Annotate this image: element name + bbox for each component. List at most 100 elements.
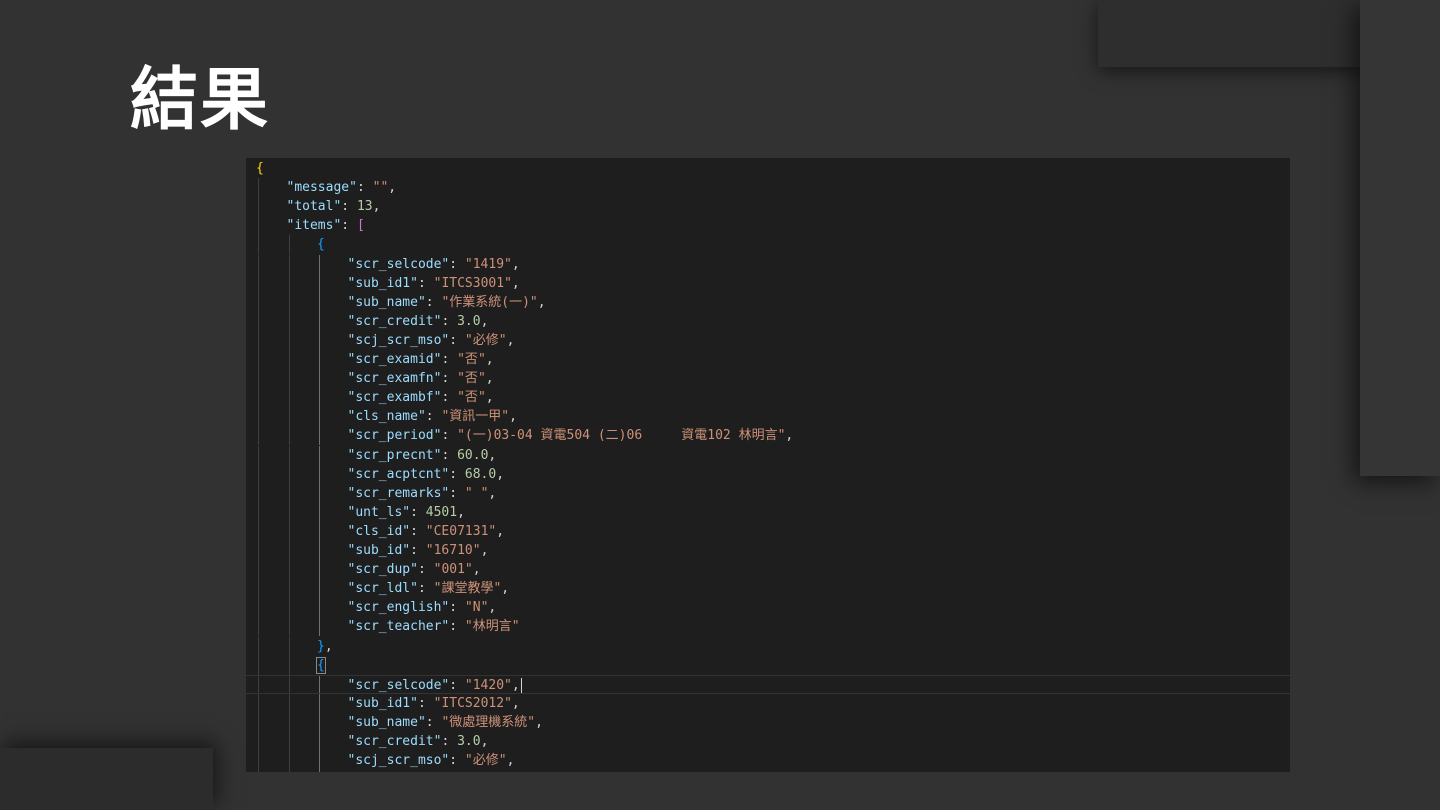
json-key: scr_credit (355, 313, 434, 329)
code-line[interactable]: "items": [ (246, 216, 1290, 236)
json-key: scj_scr_mso (355, 332, 442, 348)
indent-guide (258, 388, 259, 408)
code-text: "sub_id1": "ITCS2012", (348, 694, 520, 713)
code-line[interactable]: "scr_dup": "001", (246, 560, 1290, 580)
json-string-quote: " (501, 409, 510, 425)
json-key: scr_acptcnt (355, 466, 442, 482)
json-string-value: CE07131 (433, 523, 489, 539)
json-colon: : (449, 619, 465, 635)
code-line[interactable]: "sub_name": "微處理機系統", (246, 712, 1290, 732)
indent-guide (288, 751, 290, 771)
indent-guide (288, 693, 290, 713)
indent-guide (258, 216, 259, 236)
indent-guide (288, 770, 290, 772)
code-line[interactable]: }, (246, 636, 1290, 656)
code-line[interactable]: "scr_examid": "否", (246, 770, 1290, 772)
json-string-quote: " (457, 352, 465, 367)
indent-guide (258, 350, 259, 369)
code-line[interactable]: "total": 13, (246, 197, 1290, 217)
code-line[interactable]: "scr_exambf": "否", (246, 388, 1290, 408)
code-line[interactable]: "scr_selcode": "1419", (246, 254, 1290, 274)
indent-guide (258, 579, 259, 599)
indent-guide (319, 560, 320, 580)
code-line[interactable]: "scr_examid": "否", (246, 350, 1290, 369)
indent-guide (288, 311, 290, 331)
indent-guide (288, 617, 290, 637)
code-line[interactable]: "scr_teacher": "林明言" (246, 617, 1290, 637)
json-comma: , (511, 256, 520, 272)
text-cursor (520, 677, 522, 693)
json-comma: , (785, 428, 794, 444)
code-text: "scr_precnt": 60.0, (348, 446, 497, 465)
decorative-panel-bottom (0, 748, 213, 810)
indent-guide (258, 636, 259, 656)
code-line[interactable]: "cls_id": "CE07131", (246, 521, 1290, 541)
code-line[interactable]: "scr_credit": 3.0, (246, 311, 1290, 331)
indent-guide (319, 273, 320, 293)
json-comma: , (480, 734, 489, 749)
code-text: }, (317, 637, 333, 656)
code-text: "sub_id": "16710", (348, 541, 489, 560)
json-number-value: 3.0 (457, 313, 481, 329)
code-line[interactable]: { (246, 159, 1290, 178)
code-text: "scr_selcode": "1419", (348, 255, 520, 274)
json-string-value: 1420 (472, 677, 505, 693)
indent-guide (258, 254, 259, 274)
json-string-quote: " (504, 275, 512, 291)
code-line[interactable]: "cls_name": "資訊一甲", (246, 407, 1290, 427)
json-string-quote: " (464, 600, 473, 616)
code-line[interactable]: "scr_period": "(一)03-04 資電504 (二)06 資電10… (246, 426, 1290, 446)
json-key-quote: " (410, 275, 418, 291)
code-text: "scr_examid": "否", (348, 350, 494, 369)
indent-guide (319, 751, 320, 771)
code-line[interactable]: "scr_english": "N", (246, 598, 1290, 618)
json-comma: , (496, 523, 505, 539)
code-line[interactable]: "scr_ldl": "課堂教學", (246, 579, 1290, 599)
decorative-panel-top (1098, 0, 1368, 67)
code-line[interactable]: "scr_selcode": "1420", (246, 674, 1290, 694)
code-text: "sub_name": "作業系統(一)", (348, 293, 546, 312)
json-colon: : (441, 390, 458, 406)
code-text: "scr_acptcnt": 68.0, (348, 465, 505, 484)
indent-guide (319, 350, 320, 369)
json-colon: : (410, 523, 426, 539)
indent-guide (258, 369, 259, 389)
json-colon: : (425, 294, 442, 310)
code-line[interactable]: "message": "", (246, 178, 1290, 198)
code-line[interactable]: "scr_examfn": "否", (246, 369, 1290, 389)
code-line[interactable]: "sub_id1": "ITCS3001", (246, 273, 1290, 293)
json-key-quote: " (410, 562, 418, 578)
code-line[interactable]: { (246, 655, 1290, 675)
json-colon: : (417, 695, 434, 711)
json-string-value: 課堂教學 (441, 581, 494, 597)
json-colon: : (341, 218, 357, 234)
code-line[interactable]: "scr_precnt": 60.0, (246, 445, 1290, 465)
code-line[interactable]: "scr_credit": 3.0, (246, 732, 1290, 751)
code-line[interactable]: "unt_ls": 4501, (246, 502, 1290, 522)
json-key: unt_ls (355, 504, 403, 520)
code-line[interactable]: { (246, 235, 1290, 255)
indent-guide (288, 598, 290, 618)
code-line[interactable]: "sub_name": "作業系統(一)", (246, 292, 1290, 312)
json-colon: : (449, 485, 465, 501)
code-line[interactable]: "scj_scr_mso": "必修", (246, 330, 1290, 350)
code-line[interactable]: "scr_remarks": " ", (246, 483, 1290, 503)
code-text: "scr_dup": "001", (348, 560, 481, 579)
json-string-value: 1419 (472, 256, 505, 272)
json-key: scr_examid (355, 352, 434, 367)
indent-guide (288, 388, 290, 408)
code-line[interactable]: "sub_id1": "ITCS2012", (246, 693, 1290, 713)
json-number-value: 13 (356, 199, 373, 215)
json-colon: : (441, 428, 458, 444)
json-string-quote: " (498, 753, 507, 769)
json-string-quote: " (527, 714, 536, 730)
json-colon: : (441, 734, 458, 749)
json-colon: : (441, 313, 458, 329)
json-string-value: N (472, 600, 481, 616)
code-line[interactable]: "scr_acptcnt": 68.0, (246, 464, 1290, 484)
json-key: scr_english (355, 600, 442, 616)
code-line[interactable]: "scj_scr_mso": "必修", (246, 751, 1290, 771)
code-editor[interactable]: {"message": "", "total": 13, "items": [{"s… (246, 158, 1290, 772)
code-line[interactable]: "sub_id": "16710", (246, 541, 1290, 560)
indent-guide (288, 445, 290, 465)
